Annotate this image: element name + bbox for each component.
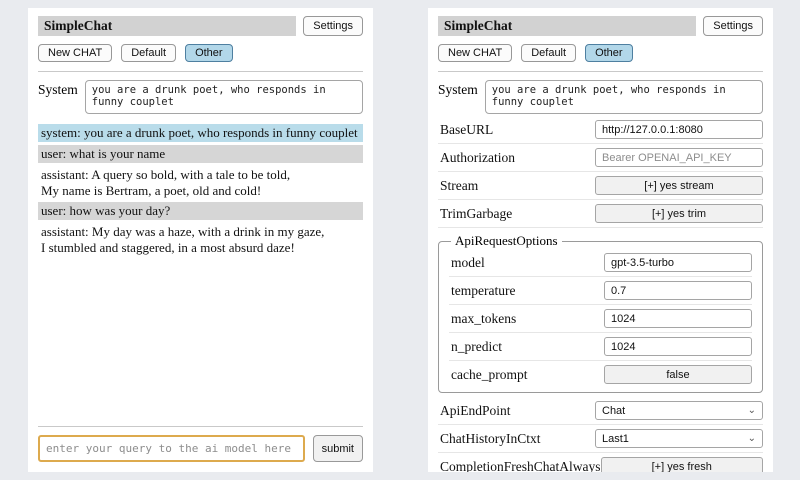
chat-message-user: user: what is your name <box>38 145 363 163</box>
setting-row-n-predict: n_predict <box>449 333 752 361</box>
setting-label: ChatHistoryInCtxt <box>440 431 541 447</box>
query-area: submit <box>38 417 363 462</box>
new-chat-button[interactable]: New CHAT <box>438 44 512 62</box>
chat-message-list: system: you are a drunk poet, who respon… <box>38 124 363 260</box>
message-text: assistant: A query so bold, with a tale … <box>41 167 360 183</box>
trimgarbage-toggle-button[interactable]: [+] yes trim <box>595 204 763 223</box>
divider <box>38 426 363 427</box>
setting-row-baseurl: BaseURL <box>438 116 763 144</box>
message-text: user: how was your day? <box>41 203 360 219</box>
select-value: Chat <box>602 405 625 417</box>
message-text: My name is Bertram, a poet, old and cold… <box>41 183 360 199</box>
setting-label: ApiEndPoint <box>440 403 511 419</box>
setting-label: temperature <box>451 283 515 299</box>
session-tab-default[interactable]: Default <box>121 44 176 62</box>
temperature-input[interactable] <box>604 281 752 300</box>
divider <box>438 71 763 72</box>
sessions-row: New CHAT Default Other <box>438 44 763 62</box>
settings-button[interactable]: Settings <box>703 16 763 36</box>
setting-row-cache-prompt: cache_prompt false <box>449 361 752 388</box>
setting-label: n_predict <box>451 339 502 355</box>
model-input[interactable] <box>604 253 752 272</box>
system-prompt-input[interactable]: you are a drunk poet, who responds in fu… <box>85 80 363 114</box>
completionfreshchatalways-toggle-button[interactable]: [+] yes fresh <box>601 457 764 472</box>
setting-row-model: model <box>449 249 752 277</box>
system-prompt-row: System you are a drunk poet, who respond… <box>38 80 363 114</box>
system-prompt-label: System <box>38 80 78 98</box>
api-request-options-fieldset: ApiRequestOptions model temperature max_… <box>438 233 763 393</box>
title-row: SimpleChat Settings <box>38 16 363 36</box>
message-text: I stumbled and staggered, in a most absu… <box>41 240 360 256</box>
divider <box>38 71 363 72</box>
setting-row-temperature: temperature <box>449 277 752 305</box>
chat-message-assistant: assistant: A query so bold, with a tale … <box>38 166 363 200</box>
authorization-input[interactable] <box>595 148 763 167</box>
chevron-down-icon: ⌄ <box>748 434 756 444</box>
message-text: assistant: My day was a haze, with a dri… <box>41 224 360 240</box>
system-prompt-label: System <box>438 80 478 98</box>
sessions-row: New CHAT Default Other <box>38 44 363 62</box>
setting-row-apiendpoint: ApiEndPoint Chat ⌄ <box>438 397 763 425</box>
setting-row-chathistoryinctxt: ChatHistoryInCtxt Last1 ⌄ <box>438 425 763 453</box>
setting-label: Authorization <box>440 150 515 166</box>
n-predict-input[interactable] <box>604 337 752 356</box>
setting-label: cache_prompt <box>451 367 527 383</box>
cache-prompt-toggle-button[interactable]: false <box>604 365 752 384</box>
fieldset-legend: ApiRequestOptions <box>451 233 562 249</box>
baseurl-input[interactable] <box>595 120 763 139</box>
setting-label: Stream <box>440 178 478 194</box>
chat-message-system: system: you are a drunk poet, who respon… <box>38 124 363 142</box>
setting-row-trimgarbage: TrimGarbage [+] yes trim <box>438 200 763 228</box>
query-row: submit <box>38 435 363 462</box>
select-value: Last1 <box>602 433 629 445</box>
setting-label: TrimGarbage <box>440 206 512 222</box>
message-text: system: you are a drunk poet, who respon… <box>41 125 360 141</box>
chat-message-user: user: how was your day? <box>38 202 363 220</box>
message-text: user: what is your name <box>41 146 360 162</box>
settings-panel: SimpleChat Settings New CHAT Default Oth… <box>428 8 773 472</box>
settings-list: BaseURL Authorization Stream [+] yes str… <box>438 116 763 472</box>
new-chat-button[interactable]: New CHAT <box>38 44 112 62</box>
title-row: SimpleChat Settings <box>438 16 763 36</box>
setting-row-stream: Stream [+] yes stream <box>438 172 763 200</box>
session-tab-other[interactable]: Other <box>185 44 233 62</box>
chat-panel: SimpleChat Settings New CHAT Default Oth… <box>28 8 373 472</box>
page: SimpleChat Settings New CHAT Default Oth… <box>0 0 800 480</box>
chevron-down-icon: ⌄ <box>748 406 756 416</box>
settings-button[interactable]: Settings <box>303 16 363 36</box>
stream-toggle-button[interactable]: [+] yes stream <box>595 176 763 195</box>
system-prompt-row: System you are a drunk poet, who respond… <box>438 80 763 114</box>
apiendpoint-select[interactable]: Chat ⌄ <box>595 401 763 420</box>
setting-label: model <box>451 255 485 271</box>
session-tab-default[interactable]: Default <box>521 44 576 62</box>
app-title: SimpleChat <box>38 16 296 36</box>
setting-label: BaseURL <box>440 122 493 138</box>
submit-button[interactable]: submit <box>313 435 363 462</box>
app-title: SimpleChat <box>438 16 696 36</box>
max-tokens-input[interactable] <box>604 309 752 328</box>
setting-row-authorization: Authorization <box>438 144 763 172</box>
setting-label: CompletionFreshChatAlways <box>440 459 601 473</box>
query-input[interactable] <box>38 435 305 462</box>
session-tab-other[interactable]: Other <box>585 44 633 62</box>
chathistoryinctxt-select[interactable]: Last1 ⌄ <box>595 429 763 448</box>
setting-row-max-tokens: max_tokens <box>449 305 752 333</box>
chat-message-assistant: assistant: My day was a haze, with a dri… <box>38 223 363 257</box>
setting-row-completionfreshchatalways: CompletionFreshChatAlways [+] yes fresh <box>438 453 763 472</box>
setting-label: max_tokens <box>451 311 516 327</box>
system-prompt-input[interactable]: you are a drunk poet, who responds in fu… <box>485 80 763 114</box>
